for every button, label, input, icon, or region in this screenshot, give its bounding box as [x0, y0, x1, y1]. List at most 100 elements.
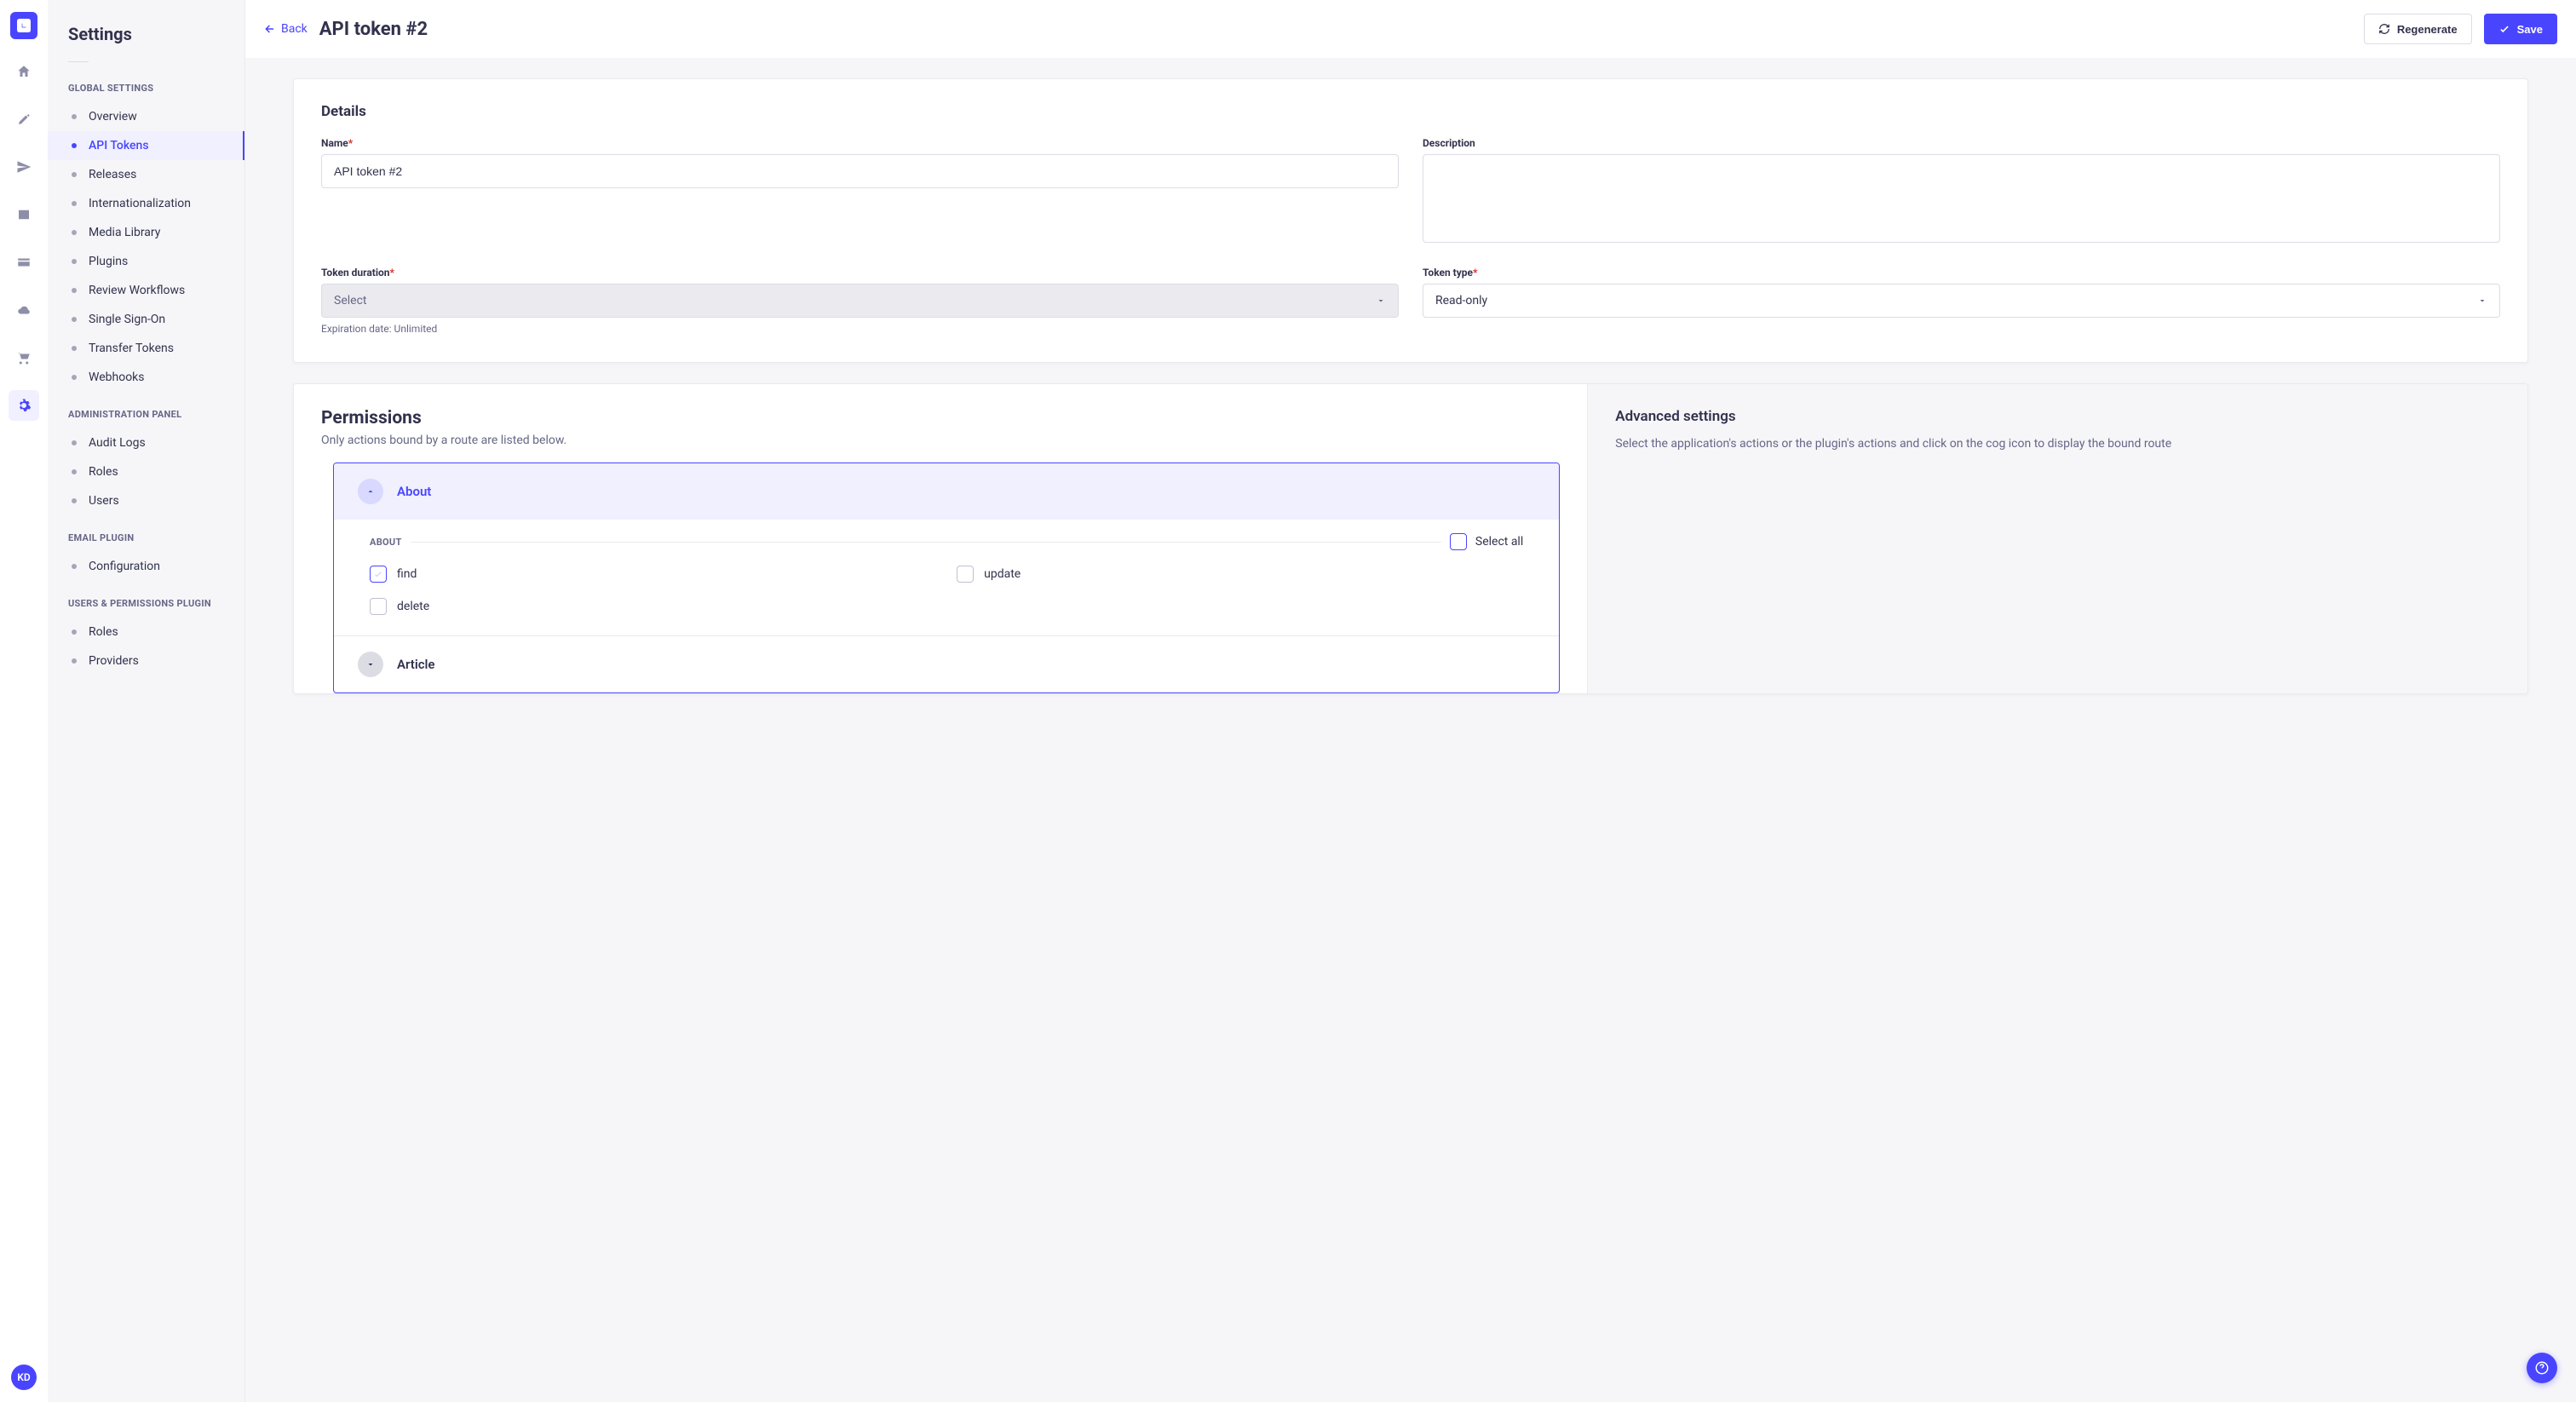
description-label: Description — [1423, 137, 2500, 149]
arrow-left-icon — [264, 23, 276, 35]
bullet-icon — [72, 375, 77, 380]
type-label: Token type* — [1423, 267, 2500, 279]
sidebar-item-label: Internationalization — [89, 197, 191, 210]
collapse-toggle[interactable] — [358, 479, 383, 504]
back-link[interactable]: Back — [264, 22, 308, 36]
caret-down-icon — [1376, 296, 1386, 306]
sidebar-item-audit-logs[interactable]: Audit Logs — [48, 428, 244, 457]
help-button[interactable] — [2527, 1353, 2557, 1383]
sidebar-item-single-sign-on[interactable]: Single Sign-On — [48, 305, 244, 334]
sidebar-item-label: API Tokens — [89, 139, 149, 152]
media-icon[interactable] — [9, 199, 39, 230]
sidebar-item-webhooks[interactable]: Webhooks — [48, 363, 244, 392]
main-column: Back API token #2 Regenerate Save Detail… — [245, 0, 2576, 1402]
sidebar-item-providers[interactable]: Providers — [48, 646, 244, 675]
caret-down-icon — [365, 659, 376, 669]
sidebar-item-label: Providers — [89, 654, 139, 668]
save-label: Save — [2517, 23, 2543, 36]
advanced-text: Select the application's actions or the … — [1615, 435, 2500, 453]
settings-icon[interactable] — [9, 390, 39, 421]
sidebar-item-label: Media Library — [89, 226, 160, 239]
bullet-icon — [72, 629, 77, 635]
sidebar-item-configuration[interactable]: Configuration — [48, 552, 244, 581]
sidebar-item-label: Roles — [89, 625, 118, 639]
permissions-accordion: About ABOUT Select all findupdatedelete — [333, 463, 1560, 693]
brand-logo[interactable] — [10, 12, 37, 39]
sidebar-item-internationalization[interactable]: Internationalization — [48, 189, 244, 218]
icon-rail: KD — [0, 0, 48, 1402]
bullet-icon — [72, 346, 77, 351]
sidebar-item-overview[interactable]: Overview — [48, 102, 244, 131]
action-label: update — [984, 567, 1021, 581]
sidebar-item-releases[interactable]: Releases — [48, 160, 244, 189]
sidebar-item-roles[interactable]: Roles — [48, 618, 244, 646]
caret-down-icon — [2477, 296, 2487, 306]
type-field: Token type* Read-only — [1423, 267, 2500, 335]
details-card: Details Name* Description Token duration… — [293, 78, 2528, 363]
check-icon — [2498, 23, 2510, 35]
description-input[interactable] — [1423, 154, 2500, 243]
permissions-left: Permissions Only actions bound by a rout… — [294, 384, 1587, 693]
description-field: Description — [1423, 137, 2500, 246]
sidebar-item-label: Roles — [89, 465, 118, 479]
cart-icon[interactable] — [9, 342, 39, 373]
sidebar-item-media-library[interactable]: Media Library — [48, 218, 244, 247]
regenerate-label: Regenerate — [2397, 23, 2458, 36]
permissions-subheading: Only actions bound by a route are listed… — [321, 434, 1560, 447]
bullet-icon — [72, 288, 77, 293]
advanced-heading: Advanced settings — [1615, 408, 2500, 425]
page-title: API token #2 — [319, 19, 428, 40]
duration-select: Select — [321, 284, 1399, 318]
content-area: Details Name* Description Token duration… — [245, 58, 2576, 1402]
sidebar-item-users[interactable]: Users — [48, 486, 244, 515]
name-input[interactable] — [321, 154, 1399, 188]
select-all-checkbox[interactable] — [1450, 533, 1467, 550]
action-update: update — [957, 566, 1523, 583]
save-button[interactable]: Save — [2484, 14, 2557, 44]
sidebar-item-review-workflows[interactable]: Review Workflows — [48, 276, 244, 305]
home-icon[interactable] — [9, 56, 39, 87]
duration-field: Token duration* Select Expiration date: … — [321, 267, 1399, 335]
accordion-header-about[interactable]: About — [334, 463, 1559, 520]
bullet-icon — [72, 143, 77, 148]
sidebar-item-label: Releases — [89, 168, 136, 181]
avatar[interactable]: KD — [11, 1365, 37, 1390]
sidebar-item-transfer-tokens[interactable]: Transfer Tokens — [48, 334, 244, 363]
bullet-icon — [72, 658, 77, 664]
divider — [411, 542, 1441, 543]
bullet-icon — [72, 317, 77, 322]
content-icon[interactable] — [9, 104, 39, 135]
cloud-icon[interactable] — [9, 295, 39, 325]
name-field: Name* — [321, 137, 1399, 246]
select-all-label: Select all — [1475, 535, 1523, 549]
action-label: delete — [397, 600, 429, 613]
type-value: Read-only — [1435, 294, 1487, 307]
action-checkbox[interactable] — [370, 598, 387, 615]
group-label: Global Settings — [48, 76, 244, 102]
accordion-title: About — [397, 484, 431, 499]
sidebar-item-label: Configuration — [89, 560, 160, 573]
card-icon[interactable] — [9, 247, 39, 278]
group-label: Email Plugin — [48, 526, 244, 552]
group-label: Administration Panel — [48, 402, 244, 428]
sidebar-item-plugins[interactable]: Plugins — [48, 247, 244, 276]
accordion-header-article[interactable]: Article — [334, 636, 1559, 692]
expand-toggle[interactable] — [358, 652, 383, 677]
duration-label: Token duration* — [321, 267, 1399, 279]
type-select[interactable]: Read-only — [1423, 284, 2500, 318]
send-icon[interactable] — [9, 152, 39, 182]
caret-up-icon — [365, 486, 376, 497]
accordion-body-about: ABOUT Select all findupdatedelete — [334, 520, 1559, 635]
sidebar-item-label: Plugins — [89, 255, 128, 268]
sidebar-item-api-tokens[interactable]: API Tokens — [48, 131, 244, 160]
group-label: Users & Permissions Plugin — [48, 591, 244, 618]
action-checkbox[interactable] — [957, 566, 974, 583]
sidebar-item-roles[interactable]: Roles — [48, 457, 244, 486]
action-find: find — [370, 566, 936, 583]
action-delete: delete — [370, 598, 936, 615]
permissions-heading: Permissions — [321, 408, 1560, 428]
action-checkbox[interactable] — [370, 566, 387, 583]
regenerate-button[interactable]: Regenerate — [2364, 14, 2472, 44]
sidebar-item-label: Transfer Tokens — [89, 342, 174, 355]
refresh-icon — [2378, 23, 2390, 35]
